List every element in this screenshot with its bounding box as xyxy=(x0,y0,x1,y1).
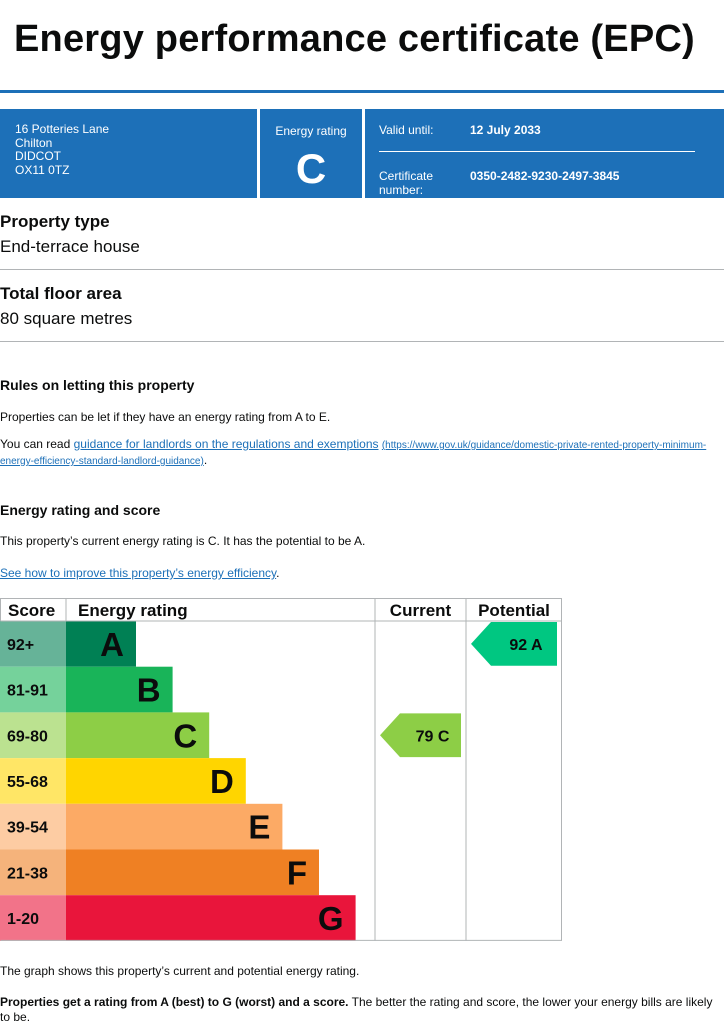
address-line: OX11 0TZ xyxy=(15,162,70,177)
current-rating-label: 79 C xyxy=(416,728,450,745)
current-header: Current xyxy=(390,601,452,620)
valid-until-label: Valid until: xyxy=(379,123,434,137)
certificate-banner: 16 Potteries Lane Chilton DIDCOT OX11 0T… xyxy=(0,109,724,198)
landlord-guidance-link[interactable]: guidance for landlords on the regulation… xyxy=(74,437,379,451)
page-title: Energy performance certificate (EPC) xyxy=(14,18,695,60)
band-letter-c: C xyxy=(173,717,197,754)
certificate-label-line: number: xyxy=(379,183,424,197)
section-divider xyxy=(0,269,724,270)
score-label-a: 92+ xyxy=(7,637,34,654)
rating-explanation-bold: Properties get a rating from A (best) to… xyxy=(0,995,349,1009)
improve-efficiency-link[interactable]: See how to improve this property’s energ… xyxy=(0,566,276,580)
band-letter-f: F xyxy=(287,854,307,891)
certificate-label-line: Certificate xyxy=(379,169,434,183)
potential-header: Potential xyxy=(478,601,550,620)
guidance-suffix: . xyxy=(203,453,208,467)
improve-suffix: . xyxy=(276,566,280,580)
band-letter-e: E xyxy=(248,809,270,846)
graph-explanation: The graph shows this property’s current … xyxy=(0,964,360,978)
energy-rating-label: Energy rating xyxy=(275,124,347,138)
property-address: 16 Potteries Lane Chilton DIDCOT OX11 0T… xyxy=(15,122,110,177)
energy-rating-header: Energy rating xyxy=(78,601,188,620)
landlord-guidance-url[interactable]: (https://www.gov.uk/guidance/domestic-pr… xyxy=(382,440,706,451)
energy-rating-value: C xyxy=(295,145,327,192)
landlord-guidance-url[interactable]: energy-efficiency-standard-landlord-guid… xyxy=(0,456,204,467)
banner-divider xyxy=(362,109,365,198)
rating-explanation: Properties get a rating from A (best) to… xyxy=(0,995,724,1024)
score-label-b: 81-91 xyxy=(7,683,48,700)
property-type-heading: Property type xyxy=(0,212,110,231)
address-line: 16 Potteries Lane xyxy=(15,122,110,136)
band-letter-a: A xyxy=(100,626,124,663)
band-letter-d: D xyxy=(210,763,234,800)
band-letter-g: G xyxy=(318,900,344,937)
potential-rating-label: 92 A xyxy=(509,637,543,654)
letting-rule-text: Properties can be let if they have an en… xyxy=(0,410,331,424)
improve-efficiency-line: See how to improve this property’s energ… xyxy=(0,566,724,581)
section-divider xyxy=(0,341,724,342)
band-bar-g xyxy=(66,895,356,941)
score-label-d: 55-68 xyxy=(7,774,48,791)
rating-section-heading: Energy rating and score xyxy=(0,502,161,518)
certificate-number-label: Certificate number: xyxy=(379,169,433,197)
floor-area-value: 80 square metres xyxy=(0,309,133,328)
letting-heading: Rules on letting this property xyxy=(0,377,195,393)
banner-separator xyxy=(379,151,695,152)
letting-guidance-text: You can read guidance for landlords on t… xyxy=(0,437,724,469)
score-label-f: 21-38 xyxy=(7,865,48,882)
band-letter-b: B xyxy=(137,672,161,709)
score-label-c: 69-80 xyxy=(7,728,48,745)
band-bar-f xyxy=(66,849,319,896)
floor-area-heading: Total floor area xyxy=(0,284,122,303)
certificate-number-value: 0350-2482-9230-2497-3845 xyxy=(470,169,620,183)
energy-rating-chart: Score Energy rating Current Potential 92+ A 81… xyxy=(0,598,562,941)
address-line: Chilton xyxy=(15,135,53,150)
score-label-g: 1-20 xyxy=(7,911,39,928)
property-type-value: End-terrace house xyxy=(0,237,140,256)
address-line: DIDCOT xyxy=(15,149,61,163)
rating-summary-text: This property’s current energy rating is… xyxy=(0,534,366,548)
valid-until-value: 12 July 2033 xyxy=(470,123,541,137)
score-header: Score xyxy=(8,601,55,620)
title-rule xyxy=(0,90,724,93)
score-label-e: 39-54 xyxy=(7,820,48,837)
guidance-prefix: You can read xyxy=(0,437,74,451)
